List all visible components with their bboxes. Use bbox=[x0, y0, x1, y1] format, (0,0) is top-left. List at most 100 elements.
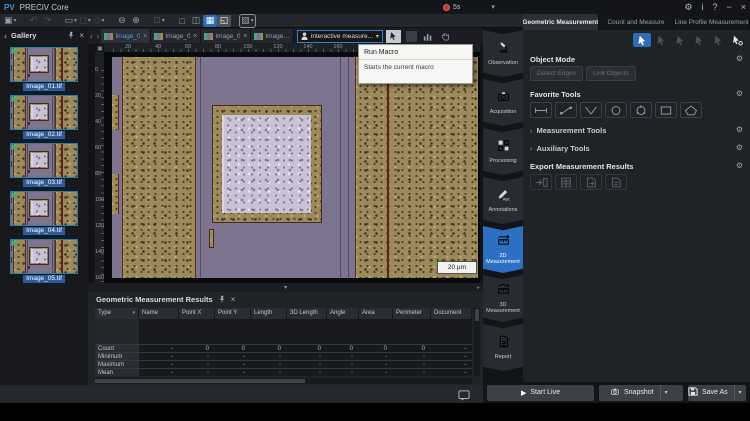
export-share-icon[interactable] bbox=[530, 174, 552, 190]
grid-view-icon[interactable]: ▦ bbox=[203, 15, 217, 27]
nav-item-report[interactable]: Report bbox=[483, 324, 523, 371]
image-tab[interactable]: Image… bbox=[251, 29, 294, 43]
info-icon[interactable]: i bbox=[701, 0, 703, 14]
rectangle-tool-icon[interactable] bbox=[655, 102, 677, 118]
gallery-close-icon[interactable]: × bbox=[79, 31, 84, 40]
tab-close-icon[interactable]: × bbox=[193, 33, 197, 40]
gallery-item[interactable]: Image_01.tif bbox=[0, 47, 88, 91]
panel-tab[interactable]: Geometric Measurement bbox=[523, 14, 599, 30]
gallery-item-label[interactable]: Image_05.tif bbox=[23, 275, 65, 283]
link-objects-button[interactable]: Link Objects bbox=[586, 66, 636, 81]
nav-item-observation[interactable]: Observation bbox=[483, 30, 523, 77]
interactive-measure-combo[interactable]: interactive measure... ▾ bbox=[297, 30, 383, 43]
gallery-collapse-icon[interactable]: ‹ bbox=[4, 31, 7, 41]
results-table[interactable]: Type▾NamePoint XPoint YLength3D LengthAn… bbox=[95, 308, 472, 376]
gallery-thumbnail[interactable] bbox=[10, 143, 78, 178]
single-view-icon[interactable]: □ bbox=[175, 15, 189, 27]
column-header[interactable]: Point Y bbox=[215, 308, 251, 319]
tabs-scroll-right-icon[interactable]: › bbox=[95, 32, 102, 41]
measurement-tools-section[interactable]: ›Measurement Tools bbox=[530, 126, 606, 135]
tabs-scroll-left-icon[interactable]: ‹ bbox=[88, 32, 95, 41]
results-pin-icon[interactable] bbox=[218, 295, 226, 305]
micrograph-image[interactable] bbox=[112, 57, 478, 278]
nav-item-processing[interactable]: Processing bbox=[483, 128, 523, 175]
pin-icon[interactable] bbox=[67, 31, 75, 41]
object-mode-gear-icon[interactable]: ⚙ bbox=[736, 54, 743, 63]
gallery-item[interactable]: Image_03.tif bbox=[0, 143, 88, 187]
gallery-thumbnail[interactable] bbox=[10, 239, 78, 274]
roi-button[interactable] bbox=[406, 31, 417, 42]
move-object-icon[interactable]: ◻▾ bbox=[78, 15, 92, 27]
image-tab[interactable]: Image_01.tif× bbox=[101, 29, 151, 43]
chevron-down-icon[interactable]: ▾ bbox=[660, 385, 672, 401]
column-header[interactable]: 3D Length bbox=[287, 308, 327, 319]
undo-icon[interactable]: ↶ bbox=[27, 15, 41, 27]
polygon-tool-icon[interactable] bbox=[680, 102, 702, 118]
line-tool-icon[interactable] bbox=[555, 102, 577, 118]
horizontal-line-tool-icon[interactable] bbox=[530, 102, 552, 118]
export-text-icon[interactable] bbox=[605, 174, 627, 190]
redo-icon[interactable]: ↷ bbox=[41, 15, 55, 27]
timer-chevron-icon[interactable]: ▾ bbox=[491, 3, 495, 11]
scroll-right-icon[interactable]: ▸ bbox=[477, 284, 480, 291]
gallery-thumbnail[interactable] bbox=[10, 191, 78, 226]
minimize-icon[interactable]: − bbox=[726, 0, 731, 14]
image-tab[interactable]: Image_03.tif× bbox=[201, 29, 251, 43]
column-header[interactable]: Perimeter bbox=[393, 308, 431, 319]
column-header[interactable]: Type▾ bbox=[95, 308, 139, 319]
panel-tab[interactable]: Line Profile Measurement bbox=[674, 14, 750, 30]
tab-close-icon[interactable]: × bbox=[243, 33, 247, 40]
export-gear-icon[interactable]: ⚙ bbox=[736, 161, 743, 170]
select-by-type-icon[interactable] bbox=[652, 33, 670, 47]
gallery-item-label[interactable]: Image_03.tif bbox=[23, 179, 65, 187]
nav-item-3d-measurement[interactable]: 3D Measurement bbox=[483, 275, 523, 322]
detect-edges-button[interactable]: Detect Edges bbox=[530, 66, 583, 81]
chevron-down-icon[interactable]: ▾ bbox=[734, 385, 746, 401]
gallery-item[interactable]: Image_05.tif bbox=[0, 239, 88, 283]
gallery-thumbnail[interactable] bbox=[10, 47, 78, 82]
zoom-level-icon[interactable]: ⊡▾ bbox=[152, 15, 166, 27]
measure-cursor-icon[interactable] bbox=[709, 33, 727, 47]
image-viewer[interactable]: ▣ 20406080100120140160180200220240 02040… bbox=[88, 44, 483, 283]
nav-item-annotations[interactable]: ABCAnnotations bbox=[483, 177, 523, 224]
nav-item-acquisition[interactable]: Acquisition bbox=[483, 79, 523, 126]
panel-tab[interactable]: Count and Measure bbox=[599, 14, 675, 30]
overlay-layer-icon[interactable]: ▧▾ bbox=[240, 15, 255, 27]
pointer-select-button[interactable] bbox=[386, 30, 401, 43]
fullscreen-view-icon[interactable]: ◱ bbox=[217, 15, 231, 27]
select-rectangle-icon[interactable]: ▭▾ bbox=[64, 15, 79, 27]
settings-gear-icon[interactable]: ⚙ bbox=[684, 0, 692, 14]
gallery-thumbnail[interactable] bbox=[10, 95, 78, 130]
column-header[interactable]: Angle bbox=[327, 308, 359, 319]
snapshot-button[interactable]: Snapshot▾ bbox=[599, 385, 683, 401]
gallery-item[interactable]: Image_02.tif bbox=[0, 95, 88, 139]
exposure-timer[interactable]: 5s ▾ bbox=[443, 1, 495, 13]
gallery-item-label[interactable]: Image_01.tif bbox=[23, 83, 65, 91]
gallery-item-label[interactable]: Image_04.tif bbox=[23, 227, 65, 235]
auxiliary-tools-section[interactable]: ›Auxiliary Tools bbox=[530, 144, 590, 153]
transform-object-icon[interactable]: ◇▾ bbox=[92, 15, 106, 27]
export-sheet-icon[interactable] bbox=[555, 174, 577, 190]
gallery-item[interactable]: Image_04.tif bbox=[0, 191, 88, 235]
select-measurement-icon[interactable] bbox=[633, 33, 651, 47]
results-vscrollbar[interactable] bbox=[474, 308, 480, 376]
split-view-icon[interactable]: ◫ bbox=[189, 15, 203, 27]
zoom-in-icon[interactable]: ⊕ bbox=[129, 15, 143, 27]
angle-tool-icon[interactable] bbox=[580, 102, 602, 118]
filter-chevron-icon[interactable]: ▾ bbox=[132, 310, 135, 316]
snapshot-tool-icon[interactable]: ▣▾ bbox=[3, 15, 18, 27]
close-icon[interactable]: × bbox=[741, 0, 746, 14]
viewer-scrollbar[interactable]: ▾ ▸ bbox=[88, 283, 483, 292]
tab-close-icon[interactable]: × bbox=[143, 33, 147, 40]
auxiliary-tools-gear-icon[interactable]: ⚙ bbox=[736, 143, 743, 152]
save-as-button[interactable]: Save As▾ bbox=[688, 385, 746, 401]
nav-item-2d-measurement[interactable]: 2D Measurement bbox=[483, 226, 523, 273]
collapse-handle-icon[interactable]: ▾ bbox=[284, 284, 287, 291]
results-hscrollbar[interactable] bbox=[95, 378, 472, 384]
help-icon[interactable]: ? bbox=[712, 0, 717, 14]
circle-tool-icon[interactable] bbox=[605, 102, 627, 118]
results-close-icon[interactable]: × bbox=[231, 295, 236, 304]
select-frame-icon[interactable] bbox=[690, 33, 708, 47]
tool-options-icon[interactable] bbox=[728, 33, 746, 47]
histogram-button[interactable] bbox=[421, 30, 435, 43]
